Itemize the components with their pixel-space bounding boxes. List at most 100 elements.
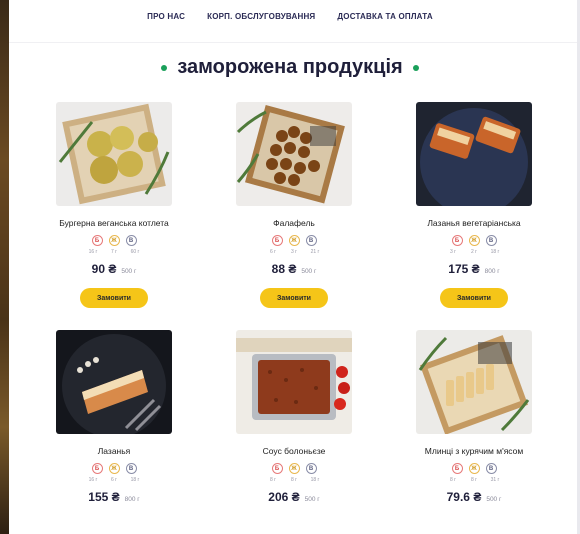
protein-value: 6 г <box>270 249 276 255</box>
protein-value: 3 г <box>450 249 456 255</box>
nav-link-corporate[interactable]: КОРП. ОБСЛУГОВУВАННЯ <box>207 12 315 21</box>
protein-icon: Б <box>451 235 463 246</box>
nutrition-badges: Б Ж В <box>451 235 497 246</box>
carbs-icon: В <box>125 463 137 474</box>
nutrition-badges: Б Ж В <box>271 235 317 246</box>
protein-icon: Б <box>451 463 463 474</box>
product-name: Лазанья <box>97 446 131 456</box>
product-price: 90 ₴ <box>91 262 117 276</box>
product-price: 206 ₴ <box>268 490 300 504</box>
product-name: Фалафель <box>273 218 315 228</box>
product-photo[interactable] <box>416 330 532 434</box>
fat-icon: Ж <box>288 463 300 474</box>
nutrition-values: 3 г 2 г 18 г <box>446 249 503 255</box>
fat-value: 7 г <box>111 249 117 255</box>
protein-icon: Б <box>271 463 283 474</box>
carbs-value: 18 г <box>490 249 500 255</box>
product-weight: 800 г <box>124 496 140 503</box>
product-price: 88 ₴ <box>271 262 297 276</box>
price-row: 175 ₴ 800 г <box>448 262 499 276</box>
product-photo[interactable] <box>236 330 352 434</box>
product-card: Фалафель Б Ж В 6 г 3 г 21 г 88 ₴ 500 г З… <box>204 102 384 308</box>
fat-value: 2 г <box>471 249 477 255</box>
fat-icon: Ж <box>288 235 300 246</box>
carbs-icon: В <box>125 235 137 246</box>
product-photo[interactable] <box>236 102 352 206</box>
section-title: заморожена продукція <box>177 56 403 78</box>
background-photo-strip <box>0 0 9 534</box>
fat-icon: Ж <box>468 463 480 474</box>
fat-value: 8 г <box>471 477 477 483</box>
product-card: Лазанья вегетаріанська Б Ж В 3 г 2 г 18 … <box>384 102 564 308</box>
product-name: Соус болоньєзе <box>262 446 326 456</box>
product-photo[interactable] <box>416 102 532 206</box>
fat-icon: Ж <box>108 235 120 246</box>
order-button[interactable]: Замовити <box>80 288 148 308</box>
protein-value: 8 г <box>270 477 276 483</box>
protein-icon: Б <box>271 235 283 246</box>
product-weight: 500 г <box>121 268 137 275</box>
protein-value: 16 г <box>88 477 98 483</box>
fat-value: 6 г <box>111 477 117 483</box>
nutrition-values: 8 г 8 г 18 г <box>266 477 323 483</box>
product-price: 175 ₴ <box>448 262 480 276</box>
title-dot-right <box>412 64 419 71</box>
product-name: Лазанья вегетаріанська <box>427 218 521 228</box>
nutrition-values: 8 г 8 г 31 г <box>446 477 503 483</box>
price-row: 155 ₴ 800 г <box>88 490 139 504</box>
product-card: Бургерна веганська котлета Б Ж В 16 г 7 … <box>24 102 204 308</box>
section-header: заморожена продукція <box>0 56 580 79</box>
fat-value: 3 г <box>291 249 297 255</box>
protein-icon: Б <box>91 463 103 474</box>
product-card: Лазанья Б Ж В 16 г 6 г 18 г 155 ₴ 800 г <box>24 330 204 504</box>
title-dot-left <box>161 64 168 71</box>
carbs-value: 21 г <box>310 249 320 255</box>
nav-link-about[interactable]: ПРО НАС <box>147 12 185 21</box>
nutrition-values: 16 г 7 г 60 г <box>86 249 143 255</box>
product-card: Соус болоньєзе Б Ж В 8 г 8 г 18 г 206 ₴ … <box>204 330 384 504</box>
product-weight: 500 г <box>486 496 502 503</box>
product-photo[interactable] <box>56 330 172 434</box>
falafel-image <box>236 102 352 206</box>
product-grid: Бургерна веганська котлета Б Ж В 16 г 7 … <box>24 102 564 504</box>
price-row: 79.6 ₴ 500 г <box>447 490 502 504</box>
product-price: 79.6 ₴ <box>446 490 482 504</box>
carbs-icon: В <box>305 463 317 474</box>
nutrition-badges: Б Ж В <box>271 463 317 474</box>
protein-icon: Б <box>91 235 103 246</box>
order-button[interactable]: Замовити <box>260 288 328 308</box>
carbs-value: 18 г <box>130 477 140 483</box>
nutrition-badges: Б Ж В <box>91 463 137 474</box>
product-weight: 500 г <box>304 496 320 503</box>
lasagna-image <box>56 330 172 434</box>
nav-link-delivery[interactable]: ДОСТАВКА ТА ОПЛАТА <box>337 12 432 21</box>
product-weight: 500 г <box>301 268 317 275</box>
price-row: 90 ₴ 500 г <box>92 262 137 276</box>
product-price: 155 ₴ <box>88 490 120 504</box>
product-photo[interactable] <box>56 102 172 206</box>
product-card: Млинці з курячим м'ясом Б Ж В 8 г 8 г 31… <box>384 330 564 504</box>
carbs-value: 18 г <box>310 477 320 483</box>
burger-cutlet-image <box>56 102 172 206</box>
price-row: 206 ₴ 500 г <box>268 490 319 504</box>
product-name: Млинці з курячим м'ясом <box>424 446 524 456</box>
carbs-value: 60 г <box>130 249 140 255</box>
order-button[interactable]: Замовити <box>440 288 508 308</box>
nutrition-badges: Б Ж В <box>91 235 137 246</box>
carbs-value: 31 г <box>490 477 500 483</box>
nav-divider <box>9 42 577 43</box>
top-navigation: ПРО НАС КОРП. ОБСЛУГОВУВАННЯ ДОСТАВКА ТА… <box>0 12 580 21</box>
carbs-icon: В <box>485 235 497 246</box>
protein-value: 16 г <box>88 249 98 255</box>
price-row: 88 ₴ 500 г <box>272 262 317 276</box>
product-weight: 800 г <box>484 268 500 275</box>
carbs-icon: В <box>305 235 317 246</box>
carbs-icon: В <box>485 463 497 474</box>
nutrition-values: 6 г 3 г 21 г <box>266 249 323 255</box>
vegetarian-lasagna-image <box>416 102 532 206</box>
fat-value: 8 г <box>291 477 297 483</box>
nutrition-badges: Б Ж В <box>451 463 497 474</box>
bolognese-sauce-image <box>236 330 352 434</box>
nutrition-values: 16 г 6 г 18 г <box>86 477 143 483</box>
chicken-pancakes-image <box>416 330 532 434</box>
